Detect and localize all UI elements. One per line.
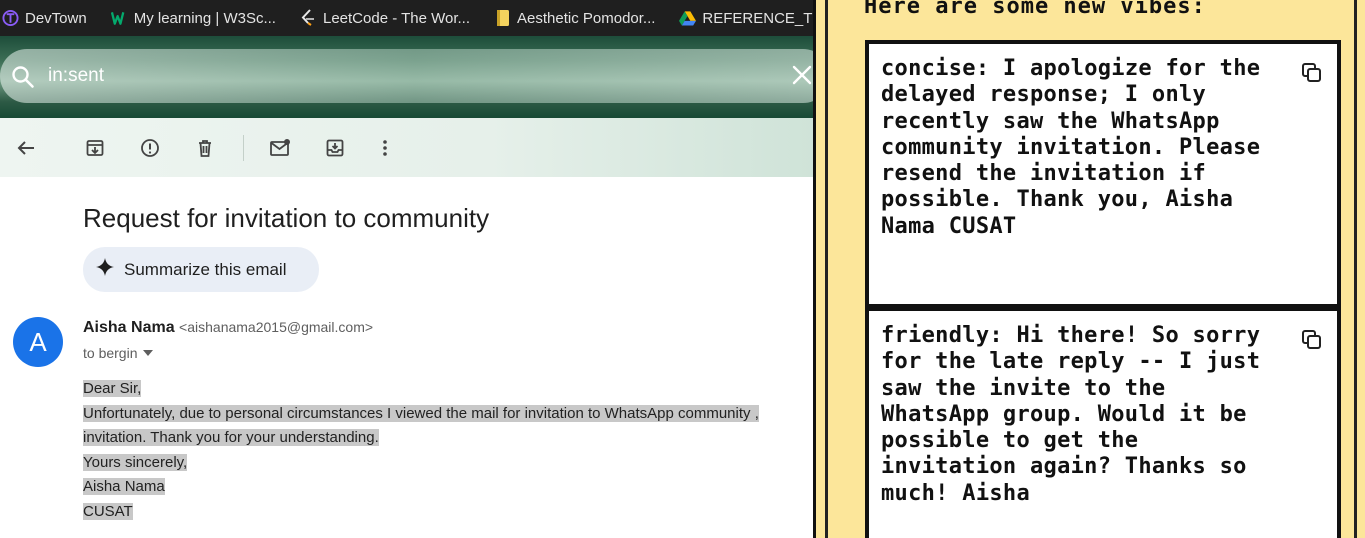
summarize-button[interactable]: Summarize this email bbox=[83, 247, 319, 292]
vibe-card-text: concise: I apologize for the delayed res… bbox=[881, 56, 1281, 240]
body-line: invitation. Thank you for your understan… bbox=[83, 429, 379, 446]
vibe-card-text: friendly: Hi there! So sorry for the lat… bbox=[881, 323, 1281, 507]
delete-icon[interactable] bbox=[193, 136, 217, 160]
chevron-down-icon bbox=[143, 350, 154, 356]
bookmark-leetcode[interactable]: LeetCode - The Wor... bbox=[294, 0, 474, 36]
archive-icon[interactable] bbox=[83, 136, 107, 160]
vibe-label: friendly: bbox=[881, 323, 1003, 348]
recipient-details[interactable]: to bergin bbox=[83, 345, 154, 361]
sender-email: <aishanama2015@gmail.com> bbox=[179, 319, 374, 335]
sparkle-icon bbox=[95, 257, 115, 282]
body-line: Unfortunately, due to personal circumsta… bbox=[83, 404, 759, 422]
copy-icon[interactable] bbox=[1301, 62, 1323, 84]
search-input[interactable] bbox=[0, 49, 813, 103]
bookmark-reference[interactable]: REFERENCE_TE bbox=[673, 0, 813, 36]
body-line: Aisha Nama bbox=[83, 478, 165, 495]
bookmark-w3schools[interactable]: My learning | W3Sc... bbox=[105, 0, 280, 36]
google-drive-icon bbox=[679, 10, 697, 27]
report-spam-icon[interactable] bbox=[138, 136, 162, 160]
more-options-icon[interactable] bbox=[373, 136, 397, 160]
panel-frame: Here are some new vibes: concise: I apol… bbox=[825, 0, 1357, 538]
bookmark-pomodoro[interactable]: Aesthetic Pomodor... bbox=[488, 0, 659, 36]
vibe-label: concise: bbox=[881, 56, 990, 81]
vibe-message: I apologize for the delayed response; I … bbox=[881, 56, 1261, 239]
w3schools-logo-icon bbox=[110, 10, 128, 27]
body-line: Dear Sir, bbox=[83, 380, 142, 397]
bookmark-label: LeetCode - The Wor... bbox=[322, 9, 471, 27]
vibe-card-friendly[interactable]: friendly: Hi there! So sorry for the lat… bbox=[865, 307, 1341, 538]
search-header: in:sent bbox=[0, 36, 813, 118]
mark-unread-icon[interactable] bbox=[268, 136, 292, 160]
email-toolbar bbox=[0, 118, 813, 177]
gmail-browser-window: DevTown My learning | W3Sc... LeetCode -… bbox=[0, 0, 813, 538]
vibe-card-concise[interactable]: concise: I apologize for the delayed res… bbox=[865, 40, 1341, 308]
sender-name[interactable]: Aisha Nama bbox=[83, 319, 175, 336]
toolbar-divider bbox=[243, 135, 244, 161]
notebook-icon bbox=[494, 10, 511, 27]
copy-icon[interactable] bbox=[1301, 329, 1323, 351]
sender-info: Aisha Nama <aishanama2015@gmail.com> bbox=[83, 319, 373, 337]
body-line: Yours sincerely, bbox=[83, 453, 188, 471]
bookmarks-bar: DevTown My learning | W3Sc... LeetCode -… bbox=[0, 0, 813, 36]
back-arrow-icon[interactable] bbox=[14, 136, 38, 160]
panel-title: Here are some new vibes: bbox=[864, 0, 1206, 19]
bookmark-label: Aesthetic Pomodor... bbox=[517, 9, 656, 27]
search-query[interactable]: in:sent bbox=[48, 65, 104, 87]
bookmark-label: DevTown bbox=[25, 9, 87, 27]
avatar[interactable]: A bbox=[13, 317, 63, 367]
bookmark-label: My learning | W3Sc... bbox=[133, 9, 276, 27]
recipient-label: to bergin bbox=[83, 345, 138, 361]
summarize-label: Summarize this email bbox=[124, 259, 287, 279]
leetcode-logo-icon bbox=[300, 9, 317, 27]
vibe-message: Hi there! So sorry for the late reply --… bbox=[881, 323, 1261, 506]
move-to-icon[interactable] bbox=[323, 136, 347, 160]
search-icon[interactable] bbox=[10, 64, 36, 95]
devtown-logo-icon bbox=[2, 9, 19, 27]
bookmark-devtown[interactable]: DevTown bbox=[0, 0, 91, 36]
close-icon[interactable] bbox=[791, 64, 813, 91]
email-body: Dear Sir, Unfortunately, due to personal… bbox=[83, 378, 813, 525]
body-line: CUSAT bbox=[83, 502, 133, 520]
email-subject: Request for invitation to community bbox=[83, 203, 490, 233]
vibes-panel: Here are some new vibes: concise: I apol… bbox=[813, 0, 1365, 538]
bookmark-label: REFERENCE_TE bbox=[702, 9, 813, 27]
